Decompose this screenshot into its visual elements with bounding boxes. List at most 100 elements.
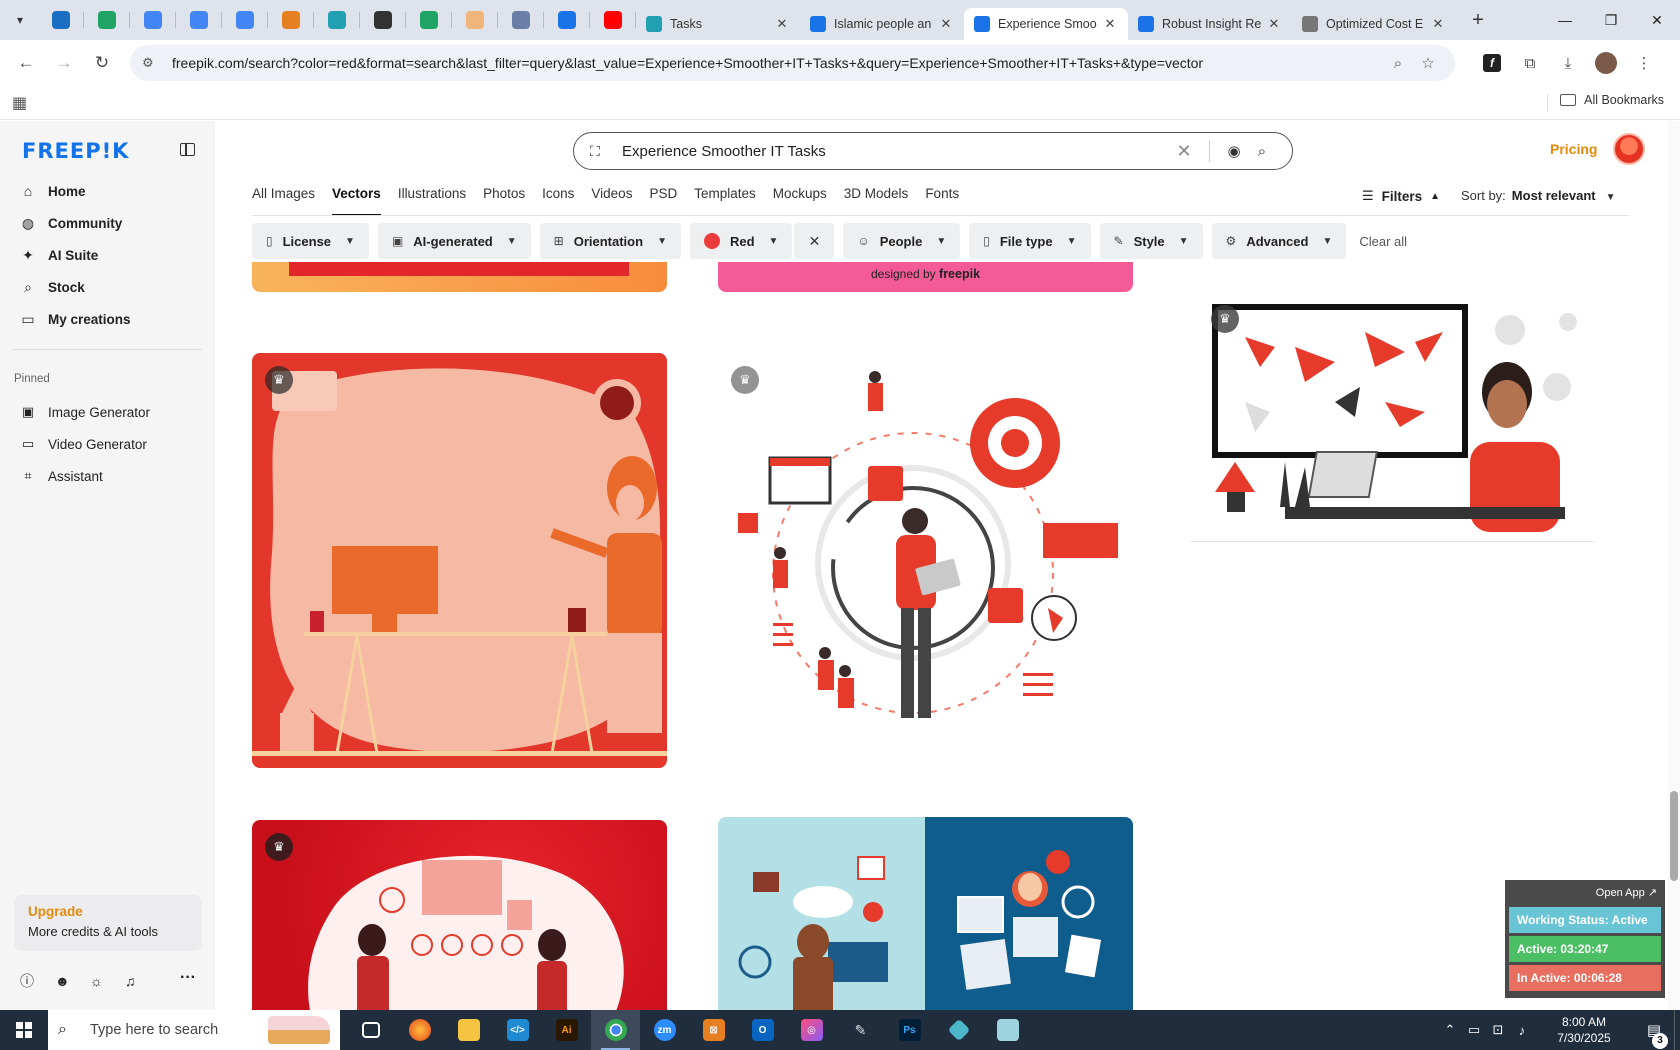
tab-templates[interactable]: Templates xyxy=(694,186,756,216)
upgrade-card[interactable]: Upgrade More credits & AI tools xyxy=(14,895,202,951)
pinned-tab[interactable] xyxy=(222,0,268,40)
browser-tab[interactable]: Robust Insight Re ✕ xyxy=(1128,8,1292,40)
display-icon[interactable]: ▭ xyxy=(1462,1022,1486,1038)
tab-fonts[interactable]: Fonts xyxy=(925,186,959,216)
result-card[interactable] xyxy=(252,262,667,292)
pen-tool-icon[interactable]: ✎ xyxy=(836,1010,885,1050)
back-button[interactable]: ← xyxy=(10,47,42,79)
discord-icon[interactable]: ☻ xyxy=(55,973,90,989)
result-card[interactable] xyxy=(718,817,1133,1010)
close-tab-icon[interactable]: ✕ xyxy=(774,16,790,32)
pinned-tab[interactable] xyxy=(314,0,360,40)
pinned-tab[interactable] xyxy=(406,0,452,40)
sidebar-item-stock[interactable]: ⌕ Stock xyxy=(20,273,85,301)
remove-color-filter-button[interactable]: ✕ xyxy=(794,223,835,259)
pinned-tab[interactable] xyxy=(84,0,130,40)
forward-button[interactable]: → xyxy=(48,47,80,79)
pinned-item-image-generator[interactable]: ▣ Image Generator xyxy=(20,400,150,424)
color-filter[interactable]: Red ▼ xyxy=(689,223,793,259)
pinned-tab[interactable] xyxy=(268,0,314,40)
app-teal-icon[interactable] xyxy=(934,1010,983,1050)
more-options-icon[interactable]: ··· xyxy=(180,969,196,987)
pinned-tab[interactable] xyxy=(38,0,84,40)
result-card[interactable]: designed by freepik xyxy=(718,262,1133,292)
clear-all-filters-link[interactable]: Clear all xyxy=(1359,234,1407,249)
license-filter[interactable]: ▯ License ▼ xyxy=(252,223,369,259)
taskbar-search[interactable]: ⌕ Type here to search xyxy=(48,1010,340,1050)
zoom-icon[interactable]: zm xyxy=(640,1010,689,1050)
file-type-filter[interactable]: ▯ File type ▼ xyxy=(969,223,1091,259)
extensions-puzzle-icon[interactable]: ⧉ xyxy=(1511,47,1549,79)
bookmark-star-icon[interactable]: ☆ xyxy=(1413,54,1443,72)
reload-button[interactable]: ↻ xyxy=(86,47,118,79)
tab-search-button[interactable]: ▾ xyxy=(8,8,32,32)
all-bookmarks-button[interactable]: All Bookmarks xyxy=(1560,93,1664,107)
pinned-tab[interactable] xyxy=(130,0,176,40)
result-card[interactable]: ♛ xyxy=(252,353,667,768)
browser-tab[interactable]: Experience Smoo ✕ xyxy=(964,8,1128,40)
photoshop-icon[interactable]: Ps xyxy=(885,1010,934,1050)
clear-search-icon[interactable]: ✕ xyxy=(1169,141,1199,162)
show-desktop-button[interactable] xyxy=(1674,1010,1680,1050)
vscode-icon[interactable]: </> xyxy=(493,1010,542,1050)
pinned-tab[interactable] xyxy=(544,0,590,40)
sidebar-item-community[interactable]: ◍ Community xyxy=(20,209,122,237)
search-bar[interactable]: ⛶ Experience Smoother IT Tasks ✕ ◉ ⌕ xyxy=(573,132,1293,170)
url-text[interactable]: freepik.com/search?color=red&format=sear… xyxy=(172,55,1383,71)
close-tab-icon[interactable]: ✕ xyxy=(1102,16,1118,32)
tab-photos[interactable]: Photos xyxy=(483,186,525,216)
tab-all-images[interactable]: All Images xyxy=(252,186,315,216)
search-icon[interactable]: ⌕ xyxy=(1248,143,1276,160)
illustrator-icon[interactable]: Ai xyxy=(542,1010,591,1050)
browser-menu-icon[interactable]: ⋮ xyxy=(1625,47,1663,79)
new-tab-button[interactable]: + xyxy=(1464,9,1492,32)
collapse-sidebar-icon[interactable] xyxy=(180,143,195,156)
tab-mockups[interactable]: Mockups xyxy=(773,186,827,216)
notifications-bell-icon[interactable]: ♫ xyxy=(125,973,160,989)
creative-cloud-icon[interactable]: ◎ xyxy=(787,1010,836,1050)
sort-dropdown[interactable]: Sort by: Most relevant ▼ xyxy=(1461,188,1616,203)
system-clock[interactable]: 8:00 AM 7/30/2025 xyxy=(1544,1014,1624,1046)
pinned-item-assistant[interactable]: ⌗ Assistant xyxy=(20,464,102,488)
orientation-filter[interactable]: ⊞ Orientation ▼ xyxy=(539,223,681,259)
file-explorer-icon[interactable] xyxy=(444,1010,493,1050)
pinned-tab[interactable] xyxy=(176,0,222,40)
result-card[interactable]: ♛ xyxy=(1185,292,1600,542)
tab-illustrations[interactable]: Illustrations xyxy=(398,186,466,216)
notification-center-icon[interactable]: ▤ 3 xyxy=(1634,1021,1674,1049)
ai-search-icon[interactable]: ⛶ xyxy=(590,143,612,160)
sidebar-item-ai-suite[interactable]: ✦ AI Suite xyxy=(20,241,98,269)
pricing-link[interactable]: Pricing xyxy=(1550,141,1597,157)
browser-tab[interactable]: Optimized Cost E ✕ xyxy=(1292,8,1456,40)
sidebar-item-home[interactable]: ⌂ Home xyxy=(20,177,86,205)
advanced-filter[interactable]: ⚙ Advanced ▼ xyxy=(1211,223,1347,259)
theme-sun-icon[interactable]: ☼ xyxy=(90,973,125,989)
tab-icons[interactable]: Icons xyxy=(542,186,574,216)
profile-avatar[interactable] xyxy=(1587,47,1625,79)
camera-search-icon[interactable]: ◉ xyxy=(1220,142,1248,160)
pinned-tab[interactable] xyxy=(590,0,636,40)
pinned-tab[interactable] xyxy=(452,0,498,40)
page-scrollbar[interactable] xyxy=(1668,121,1680,1010)
chevron-up-icon[interactable]: ⌃ xyxy=(1438,1022,1462,1038)
close-tab-icon[interactable]: ✕ xyxy=(1266,16,1282,32)
site-info-icon[interactable]: ⚙ xyxy=(142,55,162,71)
close-tab-icon[interactable]: ✕ xyxy=(1430,16,1446,32)
minimize-button[interactable]: — xyxy=(1542,0,1588,40)
tab-3d-models[interactable]: 3D Models xyxy=(844,186,909,216)
result-card[interactable]: ♛ xyxy=(252,820,667,1010)
outlook-icon[interactable]: O xyxy=(738,1010,787,1050)
browser-tab[interactable]: Islamic people an ✕ xyxy=(800,8,964,40)
style-filter[interactable]: ✎ Style ▼ xyxy=(1099,223,1203,259)
task-view-icon[interactable] xyxy=(346,1010,395,1050)
firefox-icon[interactable] xyxy=(395,1010,444,1050)
close-window-button[interactable]: ✕ xyxy=(1634,0,1680,40)
open-app-link[interactable]: Open App ↗ xyxy=(1509,884,1661,904)
omnibox[interactable]: ⚙ freepik.com/search?color=red&format=se… xyxy=(130,45,1455,81)
ai-generated-filter[interactable]: ▣ AI-generated ▼ xyxy=(377,223,531,259)
downloads-icon[interactable]: ⤓ xyxy=(1549,47,1587,79)
tab-psd[interactable]: PSD xyxy=(649,186,677,216)
filters-toggle-button[interactable]: ☰ Filters ▲ xyxy=(1362,188,1440,204)
network-icon[interactable]: ⊡ xyxy=(1486,1022,1510,1038)
pinned-item-video-generator[interactable]: ▭ Video Generator xyxy=(20,432,147,456)
